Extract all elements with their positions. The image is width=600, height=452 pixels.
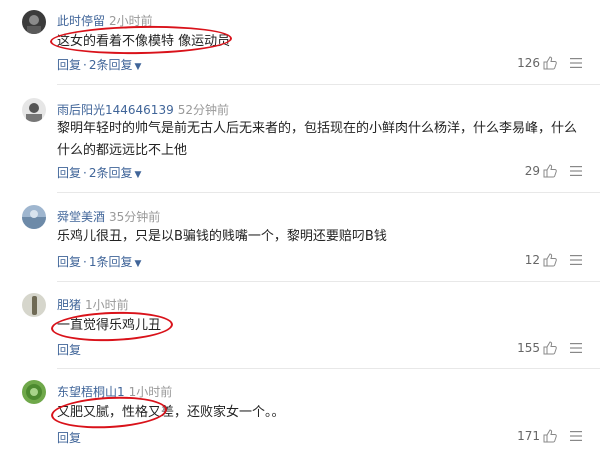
username[interactable]: 此时停留: [57, 14, 105, 28]
avatar[interactable]: [22, 205, 46, 229]
avatar[interactable]: [22, 293, 46, 317]
reply-count: 2条回复: [88, 166, 133, 180]
view-replies-button[interactable]: 2条回复 ▼: [89, 166, 142, 180]
hamburger-menu-icon[interactable]: [569, 56, 583, 70]
comment-meta: 舜堂美酒 35分钟前: [57, 208, 160, 225]
timestamp: 1小时前: [85, 298, 129, 312]
reply-button[interactable]: 回复: [57, 58, 81, 72]
username[interactable]: 舜堂美酒: [57, 210, 105, 224]
separator: ·: [83, 58, 87, 72]
thumbs-up-icon[interactable]: [543, 341, 557, 355]
view-replies-button[interactable]: 2条回复 ▼: [89, 58, 142, 72]
comment-text: 又肥又腻，性格又差，还败家女一个。。: [57, 402, 587, 424]
like-count: 155: [517, 341, 540, 355]
view-replies-button[interactable]: 1条回复 ▼: [89, 255, 142, 269]
thumbs-up-icon[interactable]: [543, 164, 557, 178]
comment-text-content: 一直觉得乐鸡儿丑: [57, 318, 162, 333]
comment-meta: 东望梧桐山1 1小时前: [57, 383, 172, 400]
comment-text: 黎明年轻时的帅气是前无古人后无来者的，包括现在的小鲜肉什么杨洋，什么李易峰，什么…: [57, 118, 587, 162]
chevron-down-icon: ▼: [134, 259, 142, 269]
hamburger-menu-icon[interactable]: [569, 341, 583, 355]
divider: [57, 84, 600, 85]
avatar[interactable]: [22, 380, 46, 404]
comment-text-content: 又肥又腻，性格又差，还败家女一个。。: [57, 405, 285, 420]
timestamp: 52分钟前: [177, 103, 229, 117]
comment-actions: 回复: [57, 429, 81, 446]
hamburger-menu-icon[interactable]: [569, 429, 583, 443]
username[interactable]: 胆猪: [57, 298, 81, 312]
reply-button[interactable]: 回复: [57, 343, 81, 357]
comment-actions: 回复 · 1条回复 ▼: [57, 253, 141, 270]
comment-text: 这女的看着不像模特 像运动员: [57, 31, 587, 53]
comment-text-content: 这女的看着不像模特 像运动员: [57, 34, 231, 49]
thumbs-up-icon[interactable]: [543, 56, 557, 70]
comment-actions: 回复 · 2条回复 ▼: [57, 164, 141, 181]
comment-meta: 此时停留 2小时前: [57, 12, 153, 29]
comment-stats: 171: [510, 429, 583, 443]
comment-text-content: 黎明年轻时的帅气是前无古人后无来者的，包括现在的小鲜肉什么杨洋，什么李易峰，什么…: [57, 121, 578, 158]
comment-meta: 胆猪 1小时前: [57, 296, 129, 313]
comment-text: 一直觉得乐鸡儿丑: [57, 315, 587, 337]
timestamp: 35分钟前: [109, 210, 161, 224]
avatar[interactable]: [22, 10, 46, 34]
divider: [57, 281, 600, 282]
timestamp: 2小时前: [109, 14, 153, 28]
hamburger-menu-icon[interactable]: [569, 253, 583, 267]
comment-actions: 回复 · 2条回复 ▼: [57, 56, 141, 73]
like-count: 29: [524, 164, 540, 178]
separator: ·: [83, 166, 87, 180]
comment-stats: 155: [510, 341, 583, 355]
like-count: 171: [517, 429, 540, 443]
reply-count: 1条回复: [88, 255, 133, 269]
thumbs-up-icon[interactable]: [543, 429, 557, 443]
divider: [57, 192, 600, 193]
avatar[interactable]: [22, 98, 46, 122]
timestamp: 1小时前: [128, 385, 173, 399]
reply-button[interactable]: 回复: [57, 255, 81, 269]
reply-button[interactable]: 回复: [57, 431, 81, 445]
chevron-down-icon: ▼: [134, 170, 142, 180]
reply-button[interactable]: 回复: [57, 166, 81, 180]
username[interactable]: 雨后阳光144646139: [57, 103, 174, 117]
chevron-down-icon: ▼: [134, 62, 142, 72]
comment-stats: 126: [510, 56, 583, 70]
comment-meta: 雨后阳光144646139 52分钟前: [57, 101, 229, 118]
username[interactable]: 东望梧桐山1: [57, 385, 125, 399]
comment-text-content: 乐鸡儿很丑，只是以B骗钱的贱嘴一个，黎明还要赔叼B钱: [57, 229, 387, 244]
comment-text: 乐鸡儿很丑，只是以B骗钱的贱嘴一个，黎明还要赔叼B钱: [57, 226, 587, 248]
comment-actions: 回复: [57, 341, 81, 358]
like-count: 12: [524, 253, 540, 267]
separator: ·: [83, 255, 87, 269]
reply-count: 2条回复: [88, 58, 133, 72]
thumbs-up-icon[interactable]: [543, 253, 557, 267]
like-count: 126: [517, 56, 540, 70]
comment-stats: 12: [510, 253, 583, 267]
hamburger-menu-icon[interactable]: [569, 164, 583, 178]
divider: [57, 368, 600, 369]
comment-stats: 29: [510, 164, 583, 178]
